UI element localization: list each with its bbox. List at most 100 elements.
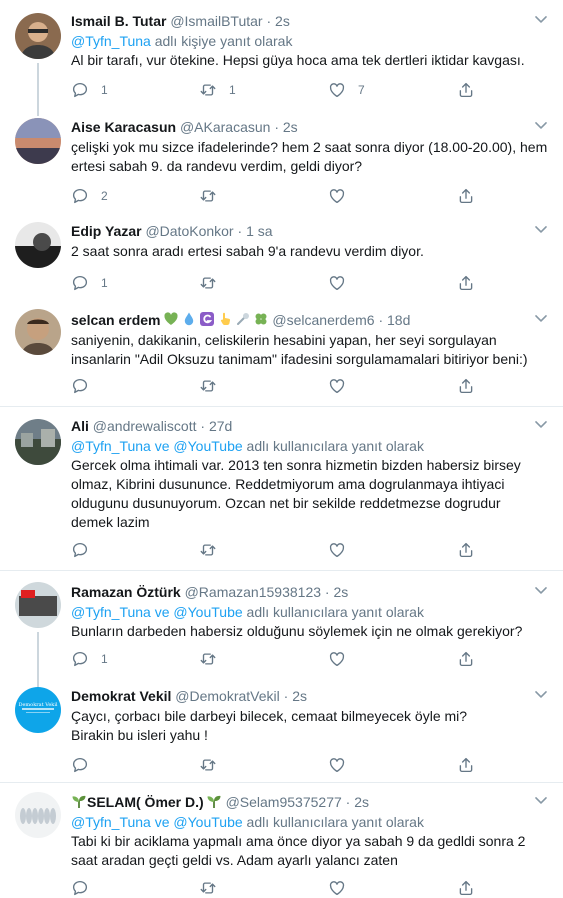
timestamp[interactable]: 27d — [209, 418, 232, 434]
reply-button[interactable]: 2 — [71, 186, 108, 206]
like-icon — [329, 379, 345, 394]
share-button[interactable] — [457, 649, 475, 669]
reply-button[interactable]: 1 — [71, 649, 108, 669]
user-handle[interactable]: @andrewaliscott — [93, 418, 197, 434]
retweet-button[interactable] — [199, 376, 229, 396]
tweet-text: Bunların darbeden habersiz olduğunu söyl… — [71, 622, 527, 641]
reply-button[interactable] — [71, 376, 101, 396]
like-button[interactable] — [328, 649, 358, 669]
tweet-text-line: Çaycı, çorbacı bile darbeyi bilecek, cem… — [71, 708, 468, 724]
display-name[interactable]: selcan erdem — [71, 312, 161, 328]
tweet-menu-button[interactable] — [531, 308, 551, 328]
tweet-menu-button[interactable] — [531, 790, 551, 810]
tweet-content: Demokrat Vekil @DemokratVekil · 2s Çaycı,… — [71, 687, 527, 745]
four-leaf-clover-icon — [253, 311, 269, 332]
tweet-text: saniyenin, dakikanin, celiskilerin hesab… — [71, 331, 528, 369]
display-name[interactable]: SELAM( Ömer D.) — [87, 794, 204, 810]
like-button[interactable] — [328, 273, 358, 293]
like-button[interactable]: 7 — [328, 80, 365, 100]
avatar[interactable] — [15, 792, 61, 838]
retweet-button[interactable]: 1 — [199, 80, 236, 100]
timestamp[interactable]: 18d — [387, 312, 410, 328]
user-handle[interactable]: @DemokratVekil — [175, 688, 279, 704]
display-name[interactable]: Edip Yazar — [71, 223, 142, 239]
timestamp[interactable]: 2s — [333, 584, 348, 600]
share-button[interactable] — [457, 878, 475, 898]
tweet-separator — [0, 782, 563, 783]
like-button[interactable] — [328, 755, 358, 775]
tweet-text: Gercek olma ihtimali var. 2013 ten sonra… — [71, 456, 527, 532]
timestamp[interactable]: 2s — [292, 688, 307, 704]
retweet-button[interactable] — [199, 755, 229, 775]
tweet-feed: Ismail B. Tutar @IsmailBTutar · 2s @Tyfn_… — [0, 0, 563, 898]
user-handle[interactable]: @Ramazan15938123 — [185, 584, 321, 600]
avatar[interactable] — [15, 222, 61, 268]
like-button[interactable] — [328, 540, 358, 560]
retweet-button[interactable] — [199, 273, 229, 293]
green-heart-icon — [163, 311, 179, 332]
avatar[interactable] — [15, 419, 61, 465]
user-handle[interactable]: @Selam95375277 — [226, 794, 342, 810]
avatar[interactable]: Demokrat Vekil — [15, 687, 61, 733]
display-name[interactable]: Ismail B. Tutar — [71, 13, 166, 29]
display-name[interactable]: Demokrat Vekil — [71, 688, 171, 704]
chevron-down-icon — [535, 122, 547, 129]
retweet-icon — [200, 277, 216, 289]
replying-to: @Tyfn_Tuna ve @YouTube adlı kullanıcılar… — [71, 813, 527, 831]
avatar[interactable] — [15, 118, 61, 164]
share-button[interactable] — [457, 540, 475, 560]
like-button[interactable] — [328, 376, 358, 396]
retweet-button[interactable] — [199, 540, 229, 560]
retweet-button[interactable] — [199, 878, 229, 898]
share-button[interactable] — [457, 186, 475, 206]
like-button[interactable] — [328, 186, 358, 206]
share-button[interactable] — [457, 376, 475, 396]
retweet-button[interactable] — [199, 186, 229, 206]
tweet-text: Al bir tarafı, vur ötekine. Hepsi güya h… — [71, 51, 527, 70]
user-handle[interactable]: @AKaracasun — [180, 119, 270, 135]
avatar[interactable] — [15, 309, 61, 355]
display-name[interactable]: Ali — [71, 418, 89, 434]
user-handle[interactable]: @IsmailBTutar — [170, 13, 262, 29]
display-name[interactable]: Aise Karacasun — [71, 119, 176, 135]
chevron-down-icon — [535, 421, 547, 428]
reply-button[interactable] — [71, 755, 101, 775]
reply-button[interactable] — [71, 878, 101, 898]
thread-connector-line — [37, 63, 39, 116]
share-button[interactable] — [457, 273, 475, 293]
user-handle[interactable]: @selcanerdem6 — [272, 312, 374, 328]
reply-to-link[interactable]: @Tyfn_Tuna ve @YouTube — [71, 438, 243, 454]
retweet-icon — [200, 190, 216, 202]
reply-to-link[interactable]: @Tyfn_Tuna ve @YouTube — [71, 604, 243, 620]
like-count: 7 — [358, 83, 365, 97]
avatar[interactable] — [15, 582, 61, 628]
reply-to-link[interactable]: @Tyfn_Tuna ve @YouTube — [71, 814, 243, 830]
tweet-menu-button[interactable] — [531, 414, 551, 434]
tweet-actions: 1 1 7 — [71, 80, 481, 100]
timestamp[interactable]: 2s — [275, 13, 290, 29]
tweet-menu-button[interactable] — [531, 9, 551, 29]
timestamp[interactable]: 1 sa — [246, 223, 272, 239]
tweet-text: Çaycı, çorbacı bile darbeyi bilecek, cem… — [71, 707, 527, 745]
tweet-menu-button[interactable] — [531, 580, 551, 600]
retweet-button[interactable] — [199, 649, 229, 669]
like-button[interactable] — [328, 878, 358, 898]
user-handle[interactable]: @DatoKonkor — [145, 223, 233, 239]
share-button[interactable] — [457, 755, 475, 775]
tweet-menu-button[interactable] — [531, 115, 551, 135]
reply-button[interactable]: 1 — [71, 80, 108, 100]
retweet-icon — [200, 84, 216, 96]
reply-icon — [72, 651, 88, 667]
reply-button[interactable]: 1 — [71, 273, 108, 293]
tweet-menu-button[interactable] — [531, 684, 551, 704]
reply-to-link[interactable]: @Tyfn_Tuna — [71, 33, 151, 49]
tweet-menu-button[interactable] — [531, 219, 551, 239]
timestamp[interactable]: 2s — [283, 119, 298, 135]
share-button[interactable] — [457, 80, 475, 100]
tweet-header: selcan erdem @selcanerdem6 · 18d — [71, 311, 527, 330]
timestamp[interactable]: 2s — [354, 794, 369, 810]
reply-button[interactable] — [71, 540, 101, 560]
droplet-icon — [181, 311, 197, 332]
avatar[interactable] — [15, 13, 61, 59]
display-name[interactable]: Ramazan Öztürk — [71, 584, 181, 600]
